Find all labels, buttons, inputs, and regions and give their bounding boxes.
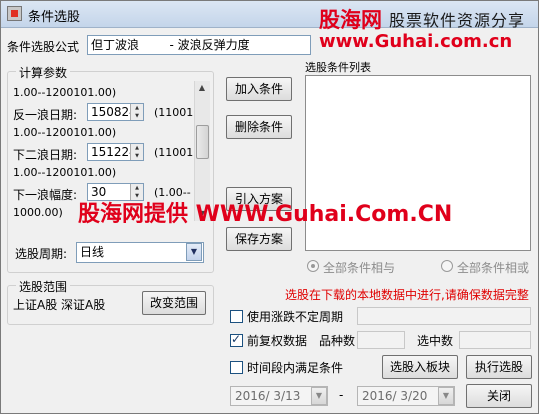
variable-period-label: 使用涨跌不定周期 bbox=[247, 310, 344, 324]
scope-title: 选股范围 bbox=[16, 278, 71, 295]
window-title: 条件选股 bbox=[28, 10, 81, 25]
time-segment-label: 时间段内满足条件 bbox=[247, 361, 344, 375]
variable-period-checkbox[interactable] bbox=[230, 310, 243, 323]
date-to-picker[interactable]: 2016/ 3/20 ▼ bbox=[357, 386, 455, 406]
radio-all-or-label: 全部条件相或 bbox=[457, 261, 530, 275]
close-button[interactable]: 关闭 bbox=[466, 384, 532, 408]
param2-range-b: 1.00--1200101.00) bbox=[13, 166, 117, 179]
param1-range-b: 1.00--1200101.00) bbox=[13, 126, 117, 139]
formula-label: 条件选股公式 bbox=[7, 40, 80, 54]
app-icon bbox=[7, 6, 22, 21]
varieties-count bbox=[357, 331, 405, 349]
execute-button[interactable]: 执行选股 bbox=[466, 355, 532, 379]
param-line0: 1.00--1200101.00) bbox=[13, 86, 117, 99]
selected-count bbox=[459, 331, 531, 349]
add-condition-button[interactable]: 加入条件 bbox=[226, 77, 292, 101]
data-notice: 选股在下载的本地数据中进行,请确保数据完整 bbox=[285, 288, 529, 302]
delete-condition-button[interactable]: 删除条件 bbox=[226, 115, 292, 139]
date-separator: - bbox=[339, 388, 344, 402]
formula-select[interactable]: 但丁波浪 - 波浪反弹力度 bbox=[87, 35, 311, 55]
condition-list-label: 选股条件列表 bbox=[305, 61, 371, 74]
param2-range-a: (110010 bbox=[154, 146, 196, 159]
param1-range-a: (110010 bbox=[154, 106, 196, 119]
date-from-value: 2016/ 3/13 bbox=[235, 389, 301, 403]
param2-label: 下二浪日期: bbox=[13, 148, 78, 162]
period-value: 日线 bbox=[80, 245, 105, 259]
forward-adjust-label: 前复权数据 bbox=[247, 334, 308, 348]
scope-text: 上证A股 深证A股 bbox=[13, 298, 106, 312]
date-to-dropdown-icon[interactable]: ▼ bbox=[438, 387, 454, 405]
time-segment-checkbox[interactable] bbox=[230, 361, 243, 374]
watermark-logo: 股海网 bbox=[319, 8, 382, 32]
forward-adjust-checkbox[interactable] bbox=[230, 332, 243, 347]
scroll-up-arrow-icon[interactable]: ▲ bbox=[195, 81, 209, 95]
watermark-center: 股海网提供 WWW.Guhai.Com.CN bbox=[78, 202, 453, 227]
to-block-button[interactable]: 选股入板块 bbox=[382, 355, 458, 379]
date-from-picker[interactable]: 2016/ 3/13 ▼ bbox=[230, 386, 328, 406]
change-scope-button[interactable]: 改变范围 bbox=[142, 291, 206, 315]
period-select[interactable]: 日线 ▼ bbox=[76, 242, 204, 263]
change-scope-label: 改变范围 bbox=[149, 296, 198, 310]
radio-all-and-label: 全部条件相与 bbox=[323, 261, 396, 275]
radio-all-or[interactable] bbox=[441, 260, 453, 272]
param3-range-b: 1000.00) bbox=[13, 206, 63, 219]
params-title: 计算参数 bbox=[16, 64, 71, 81]
watermark-url: www.Guhai.com.cn bbox=[319, 31, 513, 52]
watermark-tagline: 股票软件资源分享 bbox=[389, 11, 526, 30]
variable-period-field[interactable] bbox=[357, 307, 531, 325]
period-label: 选股周期: bbox=[15, 247, 68, 261]
param3-label: 下一浪幅度: bbox=[13, 188, 78, 202]
param2-spinner[interactable]: ▲ ▼ bbox=[130, 144, 143, 160]
save-scheme-button[interactable]: 保存方案 bbox=[226, 227, 292, 251]
varieties-label: 品种数 bbox=[319, 334, 356, 348]
chevron-down-icon[interactable]: ▼ bbox=[186, 243, 202, 261]
param1-spinner[interactable]: ▲ ▼ bbox=[130, 104, 143, 120]
date-to-value: 2016/ 3/20 bbox=[362, 389, 428, 403]
param1-label: 反一浪日期: bbox=[13, 108, 78, 122]
params-scroll-thumb[interactable] bbox=[196, 125, 209, 159]
date-from-dropdown-icon[interactable]: ▼ bbox=[311, 387, 327, 405]
selected-label: 选中数 bbox=[417, 334, 454, 348]
condition-select-window: 条件选股 股海网 股票软件资源分享 www.Guhai.com.cn 条件选股公… bbox=[0, 0, 539, 414]
radio-all-and[interactable] bbox=[307, 260, 319, 272]
